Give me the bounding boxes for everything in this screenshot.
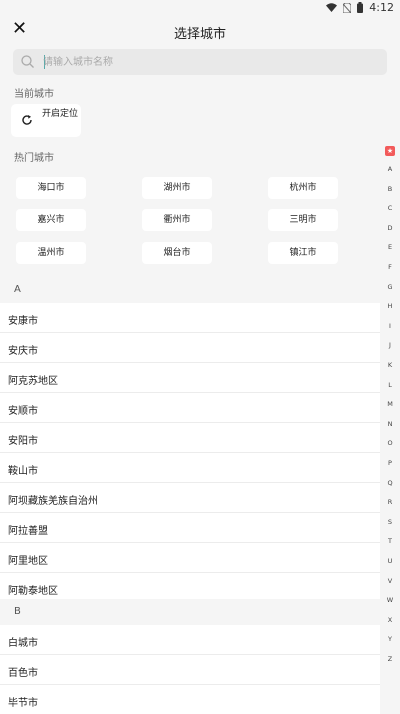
page-title: 选择城市	[173, 27, 226, 42]
list-item[interactable]: 安顺市	[0, 393, 380, 423]
city-list-a: 安康市 安庆市 阿克苏地区 安顺市 安阳市 鞍山市 阿坝藏族羌族自治州 阿拉善盟…	[0, 303, 380, 602]
hot-city-button[interactable]: 衢州市	[142, 209, 212, 231]
star-icon[interactable]: ★	[385, 146, 395, 156]
list-item[interactable]: 百色市	[0, 655, 380, 685]
hot-city-button[interactable]: 三明市	[268, 209, 338, 231]
index-letter-f[interactable]: F	[380, 263, 400, 271]
search-icon	[21, 55, 34, 68]
list-item[interactable]: 阿坝藏族羌族自治州	[0, 483, 380, 513]
list-item[interactable]: 安庆市	[0, 333, 380, 363]
current-city-label: 当前城市	[14, 89, 54, 100]
city-name: 安顺市	[8, 406, 38, 417]
hot-city-button[interactable]: 嘉兴市	[16, 209, 86, 231]
index-letter-i[interactable]: I	[380, 322, 400, 330]
alphabet-index-bar[interactable]: ★ A B C D E F G H I J K L M N O P Q R S T U V W X Y Z	[380, 145, 400, 670]
hot-city-button[interactable]: 烟台市	[142, 242, 212, 264]
hot-cities-label: 热门城市	[14, 153, 54, 164]
hot-city-button[interactable]: 镇江市	[268, 242, 338, 264]
letter-header-b: B	[0, 599, 380, 625]
index-letter-z[interactable]: Z	[380, 655, 400, 663]
list-item[interactable]: 阿克苏地区	[0, 363, 380, 393]
city-name: 安康市	[8, 316, 38, 327]
no-sim-icon	[343, 2, 352, 13]
list-item[interactable]: 毕节市	[0, 685, 380, 714]
search-bar	[13, 49, 387, 75]
index-letter-o[interactable]: O	[380, 439, 400, 447]
list-item[interactable]: 安康市	[0, 303, 380, 333]
index-letter-d[interactable]: D	[380, 224, 400, 232]
index-letter-y[interactable]: Y	[380, 635, 400, 643]
list-item[interactable]: 鞍山市	[0, 453, 380, 483]
index-letter-h[interactable]: H	[380, 302, 400, 310]
city-name: 安庆市	[8, 346, 38, 357]
index-letter-r[interactable]: R	[380, 498, 400, 506]
title-bar: ✕ 选择城市	[0, 16, 400, 48]
city-name: 阿坝藏族羌族自治州	[8, 496, 98, 507]
city-name: 安阳市	[8, 436, 38, 447]
hot-city-button[interactable]: 湖州市	[142, 177, 212, 199]
letter-header-label: B	[14, 606, 21, 617]
index-letter-s[interactable]: S	[380, 518, 400, 526]
search-input[interactable]	[43, 49, 373, 75]
city-name: 阿拉善盟	[8, 526, 48, 537]
hot-city-button[interactable]: 海口市	[16, 177, 86, 199]
city-list-b: 白城市 百色市 毕节市	[0, 625, 380, 714]
wifi-icon	[326, 3, 338, 12]
city-name: 毕节市	[8, 698, 38, 709]
index-letter-e[interactable]: E	[380, 243, 400, 251]
index-letter-c[interactable]: C	[380, 204, 400, 212]
locate-button[interactable]: 开启定位	[11, 104, 81, 137]
status-bar: 4:12	[0, 0, 400, 16]
index-letter-g[interactable]: G	[380, 283, 400, 291]
battery-icon	[357, 2, 364, 13]
refresh-icon	[22, 115, 32, 125]
list-item[interactable]: 阿勒泰地区	[0, 573, 380, 602]
city-name: 阿克苏地区	[8, 376, 58, 387]
index-letter-t[interactable]: T	[380, 537, 400, 545]
city-name: 鞍山市	[8, 466, 38, 477]
list-item[interactable]: 白城市	[0, 625, 380, 655]
hot-city-button[interactable]: 温州市	[16, 242, 86, 264]
index-letter-l[interactable]: L	[380, 381, 400, 389]
list-item[interactable]: 安阳市	[0, 423, 380, 453]
index-letter-q[interactable]: Q	[380, 479, 400, 487]
city-name: 百色市	[8, 668, 38, 679]
city-name: 白城市	[8, 638, 38, 649]
list-item[interactable]: 阿里地区	[0, 543, 380, 573]
index-letter-j[interactable]: J	[380, 341, 400, 349]
locate-label: 开启定位	[41, 109, 78, 119]
letter-header-label: A	[14, 284, 21, 295]
city-name: 阿里地区	[8, 556, 48, 567]
index-letter-n[interactable]: N	[380, 420, 400, 428]
index-letter-u[interactable]: U	[380, 557, 400, 565]
index-letter-x[interactable]: X	[380, 616, 400, 624]
index-letter-b[interactable]: B	[380, 185, 400, 193]
index-letter-p[interactable]: P	[380, 459, 400, 467]
letter-header-a: A	[0, 277, 380, 303]
index-letter-k[interactable]: K	[380, 361, 400, 369]
hot-city-button[interactable]: 杭州市	[268, 177, 338, 199]
city-name: 阿勒泰地区	[8, 586, 58, 597]
index-letter-v[interactable]: V	[380, 577, 400, 585]
status-time: 4:12	[369, 1, 394, 14]
index-letter-a[interactable]: A	[380, 165, 400, 173]
list-item[interactable]: 阿拉善盟	[0, 513, 380, 543]
index-letter-m[interactable]: M	[380, 400, 400, 408]
index-letter-w[interactable]: W	[380, 596, 400, 604]
